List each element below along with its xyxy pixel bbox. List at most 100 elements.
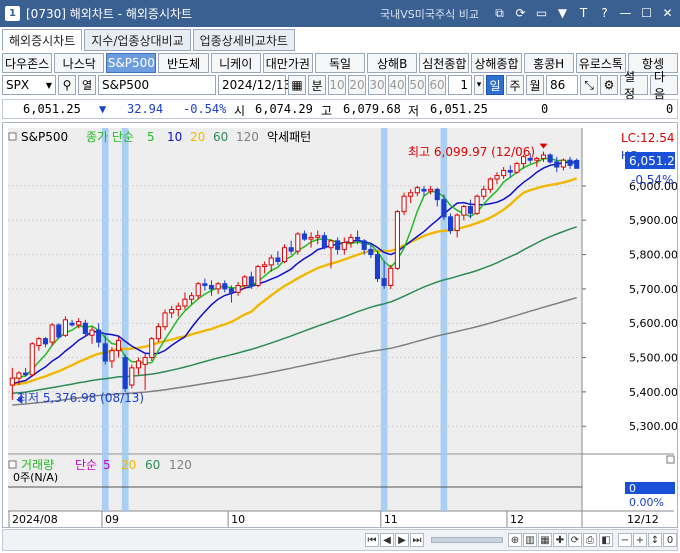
gear-icon[interactable]: ⚙ (600, 75, 618, 95)
grid-icon[interactable]: ▦ (538, 533, 552, 547)
link-window-icon[interactable]: ⧉ (493, 7, 506, 20)
minute-40-button[interactable]: 40 (388, 75, 406, 95)
bar-count-field[interactable]: 86 (546, 75, 578, 95)
tab-sector-compare[interactable]: 업종상세비교차트 (192, 29, 295, 51)
calendar-icon[interactable]: ▦ (288, 75, 306, 95)
yeol-button[interactable]: 열 (78, 75, 96, 95)
minute-50-button[interactable]: 50 (408, 75, 426, 95)
candle-body-32 (222, 283, 228, 290)
candle-body-35 (242, 276, 248, 286)
legend-series-label: 종가 단순 (86, 130, 134, 144)
period-month-button[interactable]: 월 (526, 75, 544, 95)
candle-body-1 (16, 372, 22, 379)
legend-name: S&P500 (21, 130, 68, 144)
volume-panel-close-box[interactable] (666, 455, 675, 464)
index-button-nasdaq[interactable]: 나스닥 (54, 53, 105, 73)
candle-body-68 (461, 206, 467, 216)
text-icon[interactable]: T (577, 7, 590, 20)
scroll-track[interactable] (431, 537, 503, 543)
index-button-dow[interactable]: 다우존스 (2, 53, 53, 73)
refresh-icon[interactable]: ⟳ (568, 533, 582, 547)
index-button-sp500[interactable]: S&P500 (106, 53, 157, 73)
zoom-chart-icon[interactable]: ⤡ (580, 75, 598, 95)
scroll-first-icon[interactable]: ⏮ (365, 533, 379, 547)
volume-legend-toggle-box[interactable] (8, 460, 17, 469)
candle-body-6 (49, 324, 55, 343)
sync-icon[interactable]: ⟳ (514, 7, 527, 20)
volume-period-20: 20 (121, 458, 136, 472)
price-chart[interactable]: 5,300.00 5,400.00 5,500.00 5,600.00 5,700.00… (3, 123, 678, 527)
count-spinner-icon[interactable]: ▾ (474, 75, 484, 95)
index-button-nikkei[interactable]: 니케이 (210, 53, 261, 73)
candle-body-25 (175, 305, 181, 311)
candle-body-8 (62, 319, 68, 336)
compare-link[interactable]: 국내VS미국주식 비교 (380, 6, 479, 22)
control-row: SPX ▼ ⚲ 열 S&P500 2024/12/13 ▦ 분 10 20 30… (2, 70, 678, 101)
quote-pct: -0.54% (183, 102, 227, 116)
scroll-prev-icon[interactable]: ◀ (380, 533, 394, 547)
zoom-out-icon[interactable]: − (618, 533, 632, 547)
help-icon[interactable]: ? (598, 7, 611, 20)
tab-index-compare[interactable]: 지수/업종상대비교 (84, 29, 191, 51)
settings-button[interactable]: 설정 (620, 70, 648, 101)
candle-body-23 (162, 312, 168, 328)
capture-icon[interactable]: ◧ (599, 533, 613, 547)
zoom-in-icon[interactable]: + (633, 533, 647, 547)
high-annotation: 최고 6,099.97 (12/06) (408, 145, 535, 159)
candle-body-56 (381, 278, 387, 286)
maximize-icon[interactable]: ☐ (640, 7, 653, 20)
minimize-icon[interactable]: — (619, 7, 632, 20)
candle-body-83 (560, 159, 566, 168)
legend-toggle-box[interactable] (8, 132, 17, 141)
index-button-germany[interactable]: 독일 (314, 53, 366, 73)
index-button-shanghai-b[interactable]: 상해B (367, 53, 418, 73)
pin-icon[interactable]: ▼ (556, 7, 569, 20)
print-icon[interactable]: ⎙ (583, 533, 597, 547)
candle-body-12 (89, 329, 95, 336)
minute-30-button[interactable]: 30 (368, 75, 386, 95)
candle-body-19 (135, 360, 142, 369)
candle-body-7 (56, 324, 62, 338)
index-button-shenzhen[interactable]: 심천종합 (419, 53, 470, 73)
next-button[interactable]: 다음 (650, 70, 678, 101)
index-button-shanghai[interactable]: 상해종합 (471, 53, 522, 73)
save-icon[interactable]: ▭ (535, 7, 548, 20)
zoom-reset-icon[interactable]: ↕ (648, 533, 662, 547)
candle-body-15 (109, 350, 115, 362)
period-minute-button[interactable]: 분 (308, 75, 326, 95)
minute-60-button[interactable]: 60 (428, 75, 446, 95)
symbol-select[interactable]: SPX ▼ (2, 75, 56, 95)
scroll-last-icon[interactable]: ⏭ (410, 533, 424, 547)
low-annotation: 최저 5,376.98 (08/13) (17, 391, 144, 405)
cursor-icon[interactable]: ✚ (553, 533, 567, 547)
title-bar: 1 [0730] 해외차트 - 해외증시차트 국내VS미국주식 비교 ⧉ ⟳ ▭… (0, 0, 680, 27)
scroll-next-icon[interactable]: ▶ (395, 533, 409, 547)
period-day-button[interactable]: 일 (486, 75, 504, 95)
search-icon[interactable]: ⚲ (58, 75, 76, 95)
candle-body-27 (189, 295, 195, 300)
candle-body-54 (368, 248, 374, 256)
minute-10-button[interactable]: 10 (328, 75, 346, 95)
chart-type-icon[interactable]: ▥ (523, 533, 537, 547)
count-field[interactable]: 1 (448, 75, 472, 95)
quote-arrow-icon: ▼ (99, 102, 107, 116)
index-button-semiconductor[interactable]: 반도체 (158, 53, 209, 73)
zoom-fit-icon[interactable]: 0 (663, 533, 677, 547)
close-icon[interactable]: ✕ (661, 7, 674, 20)
chart-area[interactable]: 5,300.00 5,400.00 5,500.00 5,600.00 5,700.00… (2, 122, 678, 528)
y-tick-label-6: 5,900.00 (629, 214, 677, 227)
legend-period-20: 20 (190, 130, 205, 144)
index-button-taiwan[interactable]: 대만가권 (262, 53, 313, 73)
index-button-eurostoxx[interactable]: 유로스톡 (575, 53, 626, 73)
zoom-icon[interactable]: ⊕ (508, 533, 522, 547)
candle-body-5 (42, 338, 49, 345)
symbol-name-field[interactable]: S&P500 (98, 75, 216, 95)
candle-body-82 (554, 161, 560, 168)
quote-high: 6,079.68 (343, 102, 401, 116)
period-week-button[interactable]: 주 (506, 75, 524, 95)
index-button-hongkong-h[interactable]: 홍콩H (523, 53, 574, 73)
y-tick-label-5: 5,800.00 (629, 249, 677, 262)
tab-overseas-chart[interactable]: 해외증시차트 (2, 29, 83, 51)
minute-20-button[interactable]: 20 (348, 75, 366, 95)
date-field[interactable]: 2024/12/13 (218, 75, 291, 95)
